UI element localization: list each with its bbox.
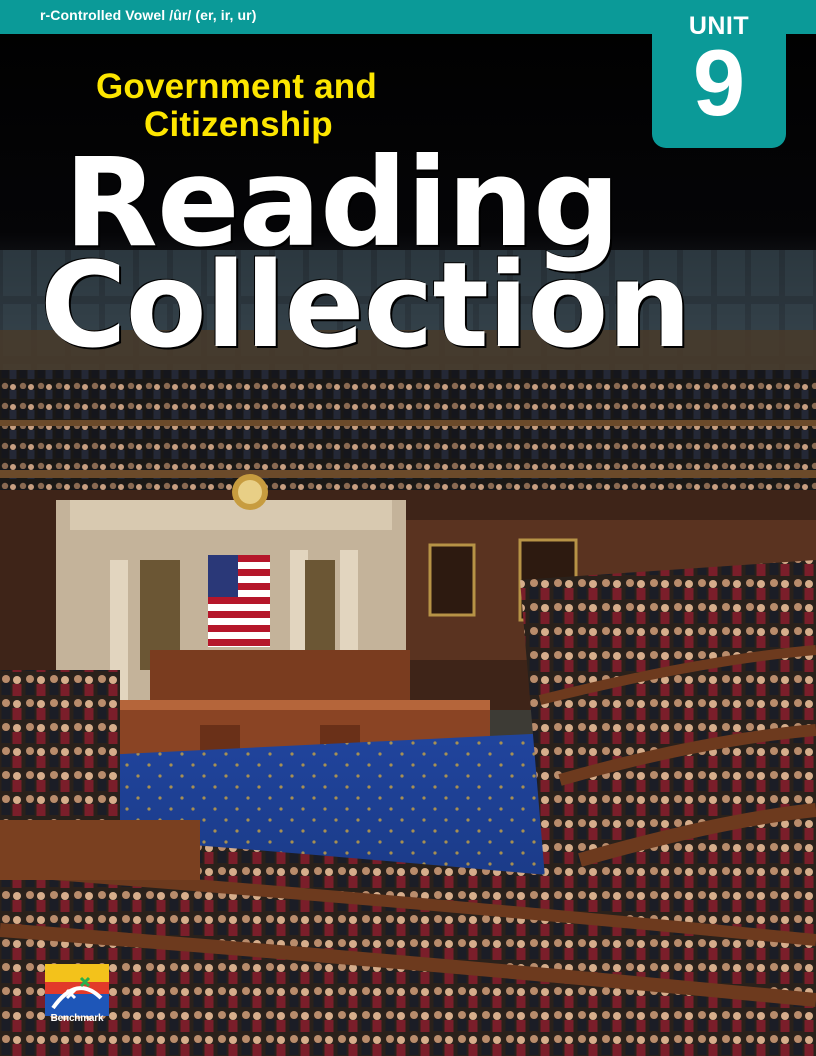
unit-tab: UNIT 9: [652, 0, 786, 148]
unit-number: 9: [692, 30, 746, 135]
clock-icon: [232, 474, 268, 510]
benchmark-logo-icon: [45, 964, 109, 1016]
subject-line-1: Government and: [96, 67, 377, 106]
publisher-name: Benchmark: [50, 1013, 104, 1024]
title-line-2: Collection: [40, 236, 691, 374]
american-flag-icon: [208, 555, 270, 647]
book-cover: r-Controlled Vowel /ûr/ (er, ir, ur) UNI…: [0, 0, 816, 1056]
skill-label: r-Controlled Vowel /ûr/ (er, ir, ur): [40, 7, 257, 23]
benchmark-logo: Benchmark: [45, 964, 109, 1028]
